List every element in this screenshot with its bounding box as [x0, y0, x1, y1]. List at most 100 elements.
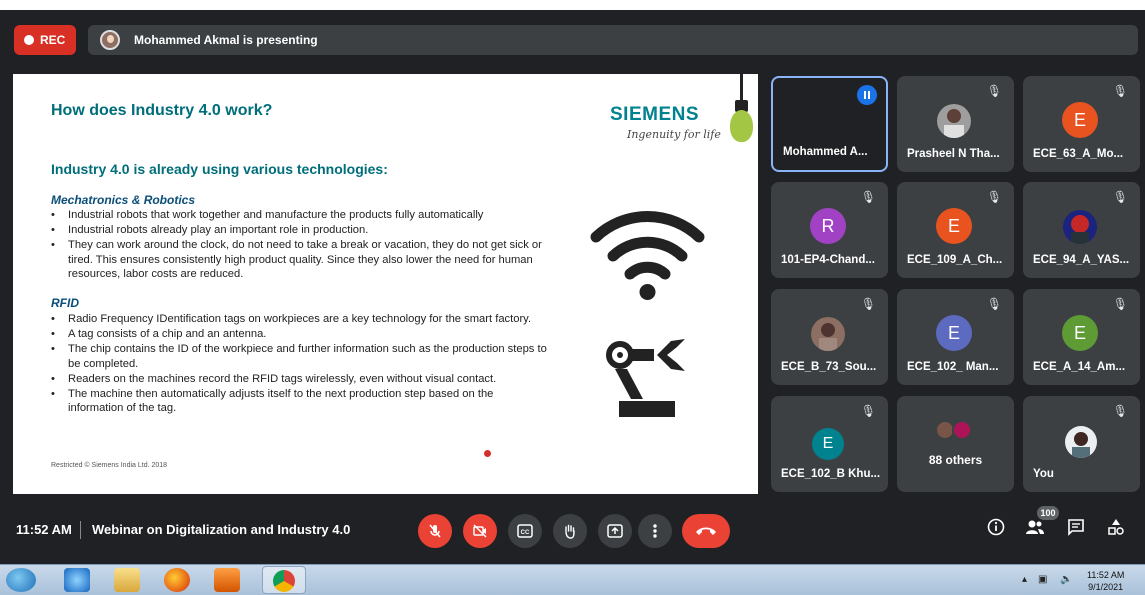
more-vert-icon	[653, 524, 657, 538]
meeting-title: Webinar on Digitalization and Industry 4…	[92, 522, 351, 537]
participant-letter-avatar: E	[936, 208, 972, 244]
wifi-icon	[590, 211, 705, 300]
bullet-item: Industrial robots already play an import…	[51, 223, 551, 238]
participant-tile[interactable]: 🎙 E ECE_109_A_Ch...	[897, 182, 1014, 278]
siemens-logo: SIEMENS	[610, 104, 700, 125]
meeting-controls-bar: 11:52 AM Webinar on Digitalization and I…	[0, 500, 1145, 562]
bullet-item: A tag consists of a chip and an antenna.	[51, 327, 551, 342]
mic-off-icon: 🎙	[986, 297, 1002, 311]
show-hidden-icons-icon[interactable]: ▴	[1022, 574, 1027, 585]
slide-footer: Restricted © Siemens India Ltd. 2018	[51, 462, 168, 469]
slide-title: How does Industry 4.0 work?	[51, 102, 273, 119]
participant-tile[interactable]: 🎙 ECE_94_A_YAS...	[1023, 182, 1140, 278]
people-icon	[1026, 520, 1044, 534]
self-tile[interactable]: 🎙 You	[1023, 396, 1140, 492]
participant-tile[interactable]: 🎙 E ECE_102_ Man...	[897, 289, 1014, 385]
recording-label: REC	[40, 33, 66, 47]
mic-off-icon: 🎙	[860, 297, 876, 311]
rfid-bullets: Radio Frequency IDentification tags on w…	[51, 312, 551, 416]
record-dot-icon	[24, 35, 34, 45]
activities-button[interactable]	[1107, 518, 1125, 541]
slide-subheading: Industry 4.0 is already using various te…	[51, 161, 388, 177]
participant-tile[interactable]: 🎙 E ECE_102_B Khu...	[771, 396, 888, 492]
mic-off-icon: 🎙	[1112, 297, 1128, 311]
speaking-indicator-icon	[857, 85, 877, 105]
bullet-item: They can work around the clock, do not n…	[51, 238, 551, 282]
participant-name: ECE_109_A_Ch...	[907, 254, 1003, 266]
participant-name: Prasheel N Tha...	[907, 148, 1000, 160]
participant-letter-avatar: E	[1062, 102, 1098, 138]
taskbar-clock[interactable]: 11:52 AM 9/1/2021	[1087, 569, 1124, 593]
raise-hand-button[interactable]	[553, 514, 587, 548]
participant-letter-avatar: E	[812, 428, 844, 460]
meeting-clock: 11:52 AM	[16, 522, 72, 537]
mic-off-icon: 🎙	[860, 404, 876, 418]
mic-off-icon: 🎙	[1112, 404, 1128, 418]
present-button[interactable]	[598, 514, 632, 548]
participant-name: ECE_102_B Khu...	[781, 468, 881, 480]
siemens-tagline: Ingenuity for life	[627, 128, 721, 141]
present-screen-icon	[607, 524, 623, 538]
participant-name: ECE_A_14_Am...	[1033, 361, 1126, 373]
file-explorer-icon[interactable]	[114, 568, 140, 592]
lightbulb-icon	[730, 110, 753, 142]
participant-letter-avatar: R	[810, 208, 846, 244]
top-bar: REC Mohammed Akmal is presenting	[0, 10, 1145, 72]
people-button[interactable]	[1025, 518, 1045, 541]
others-tile[interactable]: 88 others	[897, 396, 1014, 492]
info-icon	[987, 518, 1005, 536]
robot-arm-icon	[606, 339, 685, 417]
presenting-banner[interactable]: Mohammed Akmal is presenting	[88, 25, 1138, 55]
participant-name: ECE_102_ Man...	[907, 361, 999, 373]
bullet-item: Industrial robots that work together and…	[51, 208, 551, 223]
chrome-taskbar-button[interactable]	[262, 566, 306, 594]
participant-tile[interactable]: 🎙 R 101-EP4-Chand...	[771, 182, 888, 278]
participant-tile[interactable]: 🎙 E ECE_63_A_Mo...	[1023, 76, 1140, 172]
leave-call-button[interactable]	[682, 514, 730, 548]
chat-icon	[1068, 519, 1084, 536]
meeting-details-button[interactable]	[987, 518, 1005, 541]
mic-off-icon: 🎙	[986, 84, 1002, 98]
participant-letter-avatar: E	[1062, 315, 1098, 351]
mic-off-icon: 🎙	[860, 190, 876, 204]
participant-name: ECE_63_A_Mo...	[1033, 148, 1124, 160]
participant-name: ECE_94_A_YAS...	[1033, 254, 1130, 266]
window-top-edge	[0, 0, 1145, 10]
more-options-button[interactable]	[638, 514, 672, 548]
media-player-icon[interactable]	[214, 568, 240, 592]
camera-off-icon	[473, 524, 487, 538]
mic-off-icon: 🎙	[986, 190, 1002, 204]
section-rfid-title: RFID	[51, 296, 79, 310]
participant-name: ECE_B_73_Sou...	[781, 361, 877, 373]
laser-pointer-icon	[484, 450, 491, 457]
participant-tile[interactable]: 🎙 Prasheel N Tha...	[897, 76, 1014, 172]
section-mechatronics-title: Mechatronics & Robotics	[51, 193, 196, 207]
participant-photo-avatar	[1063, 210, 1097, 244]
bullet-item: The chip contains the ID of the workpiec…	[51, 342, 551, 371]
windows-taskbar: ▴ ▣ 🔈 11:52 AM 9/1/2021	[0, 564, 1145, 595]
internet-explorer-icon[interactable]	[64, 568, 90, 592]
participant-tile[interactable]: 🎙 E ECE_A_14_Am...	[1023, 289, 1140, 385]
volume-icon[interactable]: 🔈	[1060, 574, 1072, 585]
mic-off-icon	[429, 524, 441, 538]
bullet-item: Readers on the machines record the RFID …	[51, 372, 551, 387]
hangup-phone-icon	[696, 527, 716, 535]
recording-badge[interactable]: REC	[14, 25, 76, 55]
captions-button[interactable]: CC	[508, 514, 542, 548]
participant-name: Mohammed A...	[783, 146, 868, 158]
mic-toggle-button[interactable]	[418, 514, 452, 548]
activities-shapes-icon	[1108, 519, 1124, 535]
network-icon[interactable]: ▣	[1038, 574, 1047, 585]
chat-button[interactable]	[1067, 518, 1085, 541]
mechatronics-bullets: Industrial robots that work together and…	[51, 208, 551, 282]
start-button-icon[interactable]	[6, 568, 36, 592]
firefox-icon[interactable]	[164, 568, 190, 592]
camera-toggle-button[interactable]	[463, 514, 497, 548]
taskbar-date: 9/1/2021	[1088, 582, 1124, 592]
participant-tile[interactable]: Mohammed A...	[771, 76, 888, 172]
svg-text:CC: CC	[521, 530, 530, 536]
participant-letter-avatar: E	[936, 315, 972, 351]
bullet-item: The machine then automatically adjusts i…	[51, 387, 551, 416]
participant-tile[interactable]: 🎙 ECE_B_73_Sou...	[771, 289, 888, 385]
others-count: 88 others	[928, 453, 983, 467]
